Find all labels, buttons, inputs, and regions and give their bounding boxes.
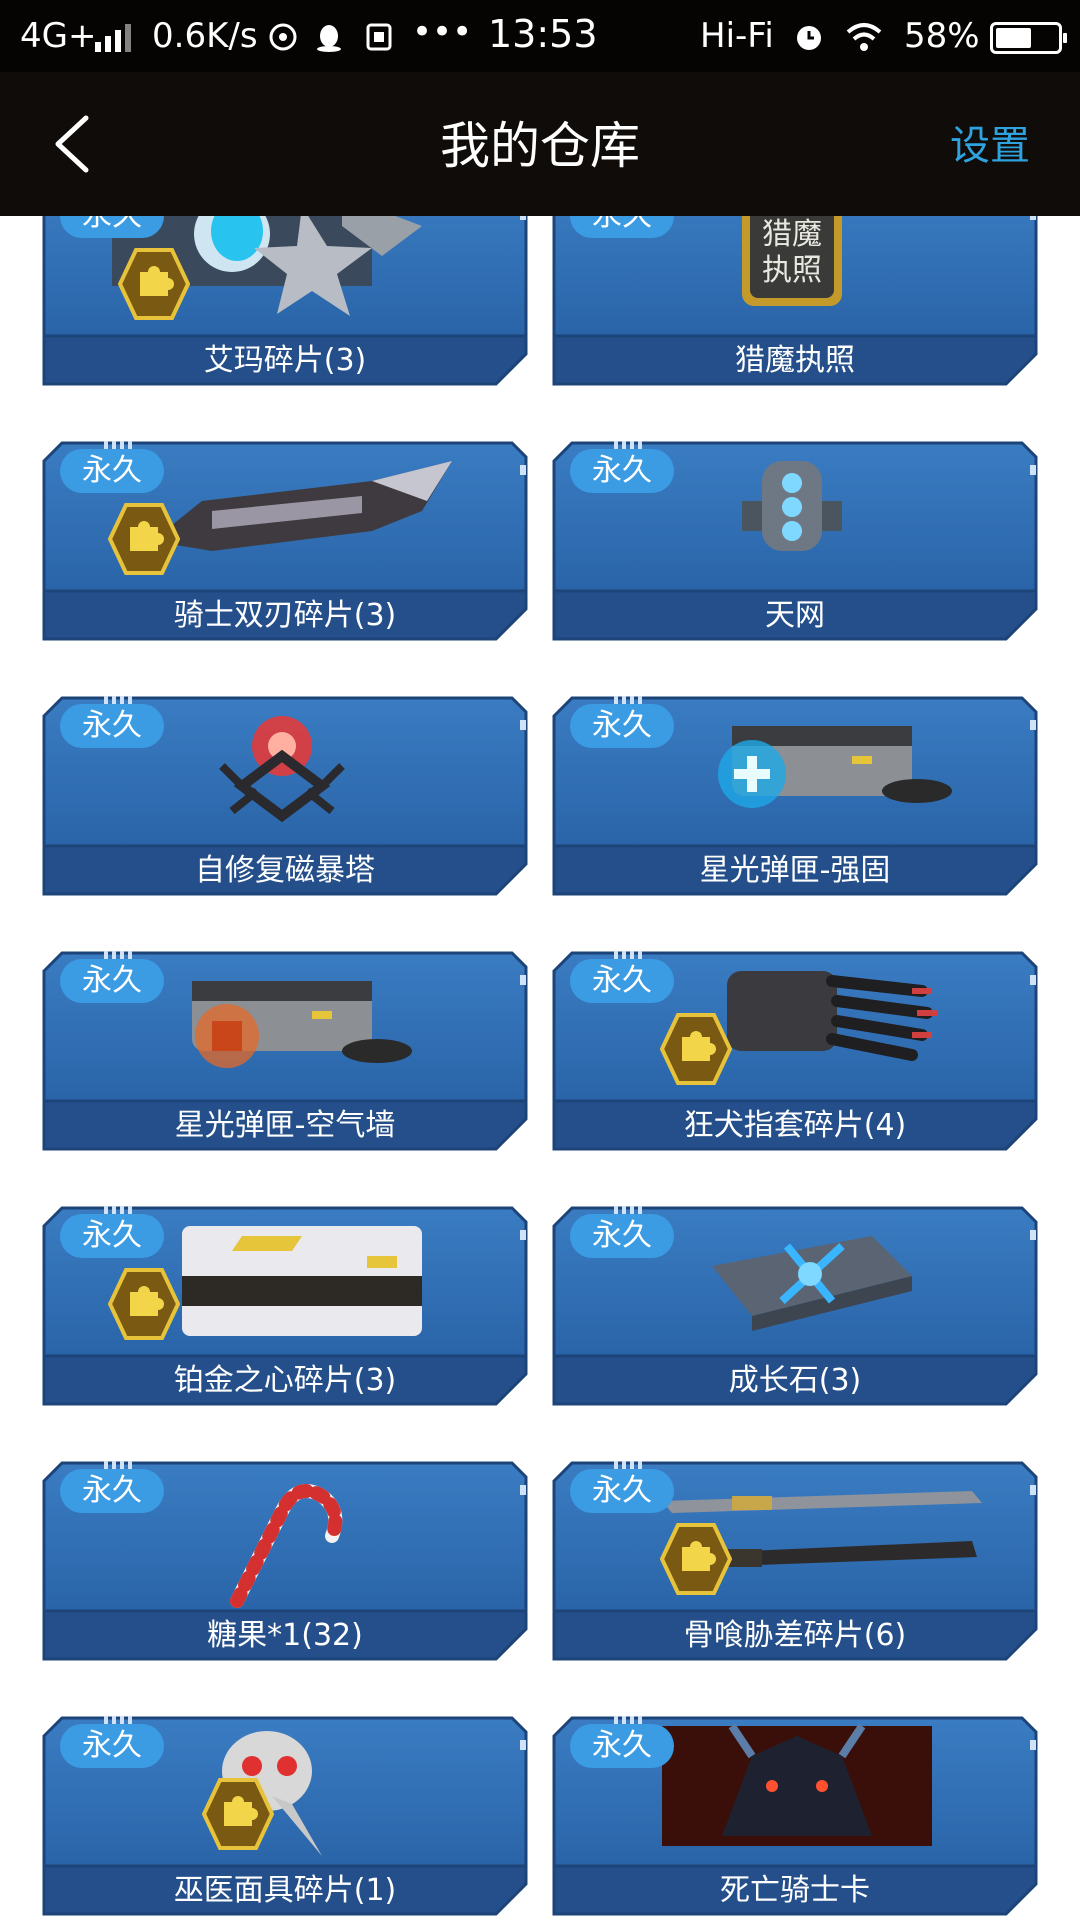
item-name: 天网 — [765, 598, 825, 633]
status-bar: 4G+ 0.6K/s ••• 13:53 Hi-Fi 58% — [0, 0, 1080, 72]
item-name: 骑士双刃碎片(3) — [173, 598, 397, 633]
warehouse-item-card[interactable]: 永久自修复磁暴塔 — [42, 696, 528, 896]
duration-badge: 永久 — [570, 1469, 674, 1513]
item-name: 星光弹匣-空气墙 — [174, 1108, 396, 1143]
item-name: 铂金之心碎片(3) — [173, 1363, 397, 1398]
warehouse-item-card[interactable]: 永久巫医面具碎片(1) — [42, 1716, 528, 1916]
item-name: 猎魔执照 — [735, 343, 855, 378]
item-name: 艾玛碎片(3) — [203, 343, 367, 378]
app-notification-icon — [269, 23, 297, 51]
item-name: 成长石(3) — [728, 1363, 862, 1398]
warehouse-item-card[interactable]: 永久星光弹匣-空气墙 — [42, 951, 528, 1151]
item-name: 巫医面具碎片(1) — [173, 1873, 397, 1908]
sim-icon — [366, 23, 392, 51]
duration-badge: 永久 — [60, 1724, 164, 1768]
license-line-2: 执照 — [762, 253, 822, 288]
fragment-puzzle-icon — [108, 503, 180, 575]
item-name: 骨喰胁差碎片(6) — [683, 1618, 907, 1653]
warehouse-item-card[interactable]: 永久成长石(3) — [552, 1206, 1038, 1406]
network-type: 4G+ — [20, 16, 97, 56]
item-name: 糖果*1(32) — [207, 1618, 363, 1653]
duration-badge: 永久 — [60, 1469, 164, 1513]
duration-badge: 永久 — [60, 1214, 164, 1258]
duration-badge: 永久 — [60, 959, 164, 1003]
warehouse-item-card[interactable]: 永久星光弹匣-强固 — [552, 696, 1038, 896]
duration-badge: 永久 — [570, 449, 674, 493]
fragment-puzzle-icon — [660, 1013, 732, 1085]
license-line-1: 猎魔 — [762, 217, 822, 252]
warehouse-item-card[interactable]: 永久狂犬指套碎片(4) — [552, 951, 1038, 1151]
duration-badge: 永久 — [570, 1214, 674, 1258]
battery-percent: 58% — [904, 16, 980, 56]
duration-badge: 永久 — [60, 216, 164, 238]
duration-badge: 永久 — [570, 704, 674, 748]
item-name: 自修复磁暴塔 — [195, 853, 375, 888]
clock: 13:53 — [488, 12, 598, 56]
alarm-icon — [797, 26, 821, 50]
page-title: 我的仓库 — [440, 117, 640, 175]
warehouse-item-card[interactable]: 永久铂金之心碎片(3) — [42, 1206, 528, 1406]
item-name: 星光弹匣-强固 — [699, 853, 891, 888]
duration-badge: 永久 — [60, 704, 164, 748]
nav-bar: 我的仓库 设置 — [0, 72, 1080, 216]
wifi-icon — [846, 23, 882, 51]
warehouse-item-card[interactable]: 永久骨喰胁差碎片(6) — [552, 1461, 1038, 1661]
settings-button[interactable]: 设置 — [950, 124, 1030, 168]
item-name: 死亡骑士卡 — [720, 1873, 870, 1908]
qq-icon — [317, 25, 341, 52]
duration-badge: 永久 — [60, 449, 164, 493]
network-speed: 0.6K/s — [152, 16, 258, 56]
battery-icon — [990, 22, 1067, 54]
fragment-puzzle-icon — [118, 248, 190, 320]
duration-badge: 永久 — [570, 1724, 674, 1768]
duration-badge: 永久 — [570, 959, 674, 1003]
warehouse-item-card[interactable]: 永久死亡骑士卡 — [552, 1716, 1038, 1916]
fragment-puzzle-icon — [202, 1778, 274, 1850]
signal-icon — [95, 24, 135, 52]
fragment-puzzle-icon — [660, 1523, 732, 1595]
warehouse-item-card[interactable]: 永久糖果*1(32) — [42, 1461, 528, 1661]
warehouse-item-card[interactable]: 永久艾玛碎片(3) — [42, 216, 528, 386]
fragment-puzzle-icon — [108, 1268, 180, 1340]
warehouse-item-card[interactable]: 永久天网 — [552, 441, 1038, 641]
warehouse-item-card[interactable]: 永久骑士双刃碎片(3) — [42, 441, 528, 641]
item-name: 狂犬指套碎片(4) — [683, 1108, 907, 1143]
warehouse-item-card[interactable]: 猎魔 执照 永久猎魔执照 — [552, 216, 1038, 386]
hifi-label: Hi-Fi — [700, 16, 774, 56]
warehouse-content[interactable]: 永久艾玛碎片(3) 猎魔 执照永久猎魔执照 永久骑士双刃碎片( — [0, 216, 1080, 1920]
duration-badge: 永久 — [570, 216, 674, 238]
more-notifications-icon: ••• — [412, 12, 473, 52]
